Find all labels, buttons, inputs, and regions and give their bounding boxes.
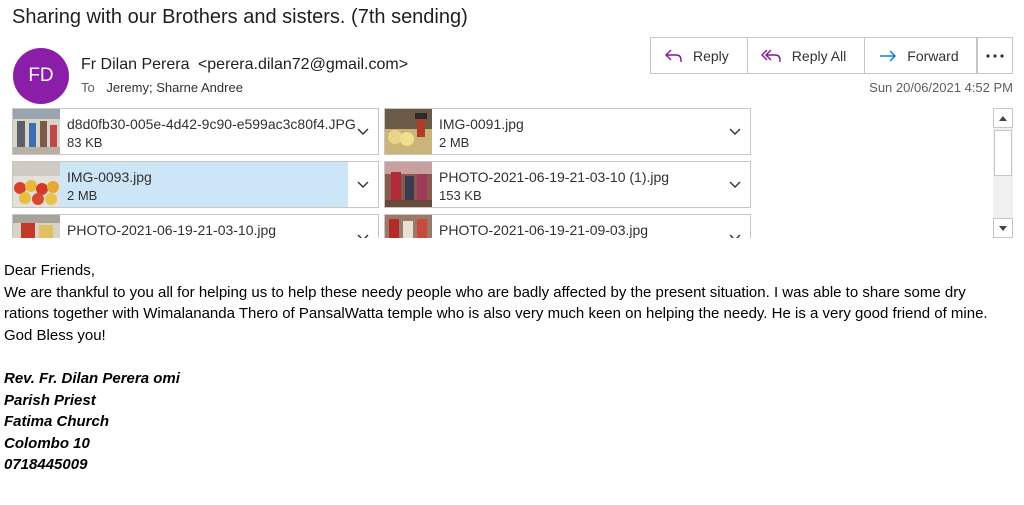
reply-all-button[interactable]: Reply All — [748, 38, 866, 73]
attachment-name: PHOTO-2021-06-19-21-03-10 (1).jpg — [439, 169, 670, 185]
attachments-scrollbar[interactable] — [993, 108, 1013, 238]
sender-email[interactable]: <perera.dilan72@gmail.com> — [198, 56, 408, 73]
signature-name: Rev. Fr. Dilan Perera omi — [4, 369, 180, 387]
forward-arrow-icon — [880, 50, 897, 61]
attachment-menu-button[interactable] — [720, 109, 750, 154]
attachment-thumbnail — [385, 215, 432, 238]
attachment-thumbnail — [13, 215, 60, 238]
reply-button[interactable]: Reply — [651, 38, 748, 73]
to-recipients[interactable]: Jeremy; Sharne Andree — [106, 80, 243, 95]
attachment-thumbnail — [13, 109, 60, 154]
attachment-name: IMG-0093.jpg — [67, 169, 152, 185]
attachment-size: 2 MB — [439, 135, 470, 150]
attachment-menu-button[interactable] — [348, 162, 378, 207]
sender-name[interactable]: Fr Dilan Perera — [81, 56, 189, 73]
chevron-down-icon — [357, 181, 369, 188]
reply-all-label: Reply All — [791, 47, 847, 64]
attachment-name: PHOTO-2021-06-19-21-03-10.jpg — [67, 222, 277, 238]
attachment-name: IMG-0091.jpg — [439, 116, 524, 132]
reply-all-icon — [760, 49, 781, 62]
attachment-list: d8d0fb30-005e-4d42-9c90-e599ac3c80f4.JPG… — [12, 108, 752, 238]
attachment-menu-button[interactable] — [720, 162, 750, 207]
forward-button[interactable]: Forward — [865, 38, 976, 73]
scroll-thumb[interactable] — [994, 130, 1012, 176]
recipients-line: To Jeremy; Sharne Andree — [81, 80, 243, 95]
avatar-initials: FD — [28, 65, 54, 86]
attachment-thumbnail — [385, 109, 432, 154]
chevron-down-icon — [729, 234, 741, 238]
more-actions-button[interactable] — [976, 37, 1013, 74]
attachment-item[interactable]: PHOTO-2021-06-19-21-03-10.jpg — [12, 214, 379, 238]
signature-title: Parish Priest — [4, 391, 96, 409]
signature: Rev. Fr. Dilan Perera omi Parish Priest … — [4, 368, 1014, 476]
more-dots-icon — [985, 53, 1004, 58]
message-actions: Reply Reply All Forward — [650, 37, 978, 74]
attachment-item[interactable]: PHOTO-2021-06-19-21-03-10 (1).jpg 153 KB — [384, 161, 751, 208]
greeting: Dear Friends, — [4, 262, 95, 279]
closing: God Bless you! — [4, 326, 106, 344]
scroll-down-button[interactable] — [993, 218, 1013, 238]
attachment-item[interactable]: IMG-0091.jpg 2 MB — [384, 108, 751, 155]
email-subject: Sharing with our Brothers and sisters. (… — [12, 6, 468, 28]
triangle-up-icon — [999, 115, 1007, 121]
attachment-thumbnail — [13, 162, 60, 207]
attachment-item-selected[interactable]: IMG-0093.jpg 2 MB — [12, 161, 379, 208]
message-body: Dear Friends, We are thankful to you all… — [4, 260, 1014, 476]
attachment-item[interactable]: PHOTO-2021-06-19-21-09-03.jpg — [384, 214, 751, 238]
signature-city: Colombo 10 — [4, 434, 90, 452]
attachment-menu-button[interactable] — [348, 215, 378, 238]
sent-date: Sun 20/06/2021 4:52 PM — [869, 80, 1013, 95]
reply-icon — [665, 49, 682, 62]
chevron-down-icon — [729, 181, 741, 188]
sender-line: Fr Dilan Perera <perera.dilan72@gmail.co… — [81, 56, 412, 74]
attachment-menu-button[interactable] — [348, 109, 378, 154]
chevron-down-icon — [357, 128, 369, 135]
attachment-size: 2 MB — [67, 188, 98, 203]
signature-church: Fatima Church — [4, 413, 110, 431]
chevron-down-icon — [357, 234, 369, 238]
to-label: To — [81, 80, 95, 95]
attachment-size: 153 KB — [439, 188, 482, 203]
reply-label: Reply — [693, 47, 729, 64]
attachment-name: d8d0fb30-005e-4d42-9c90-e599ac3c80f4.JPG — [67, 116, 356, 132]
scroll-up-button[interactable] — [993, 108, 1013, 128]
body-paragraph: We are thankful to you all for helping u… — [4, 283, 988, 323]
avatar[interactable]: FD — [13, 48, 69, 104]
forward-label: Forward — [907, 47, 959, 64]
triangle-down-icon — [999, 225, 1007, 231]
attachment-item[interactable]: d8d0fb30-005e-4d42-9c90-e599ac3c80f4.JPG… — [12, 108, 379, 155]
attachment-size: 83 KB — [67, 135, 103, 150]
attachment-thumbnail — [385, 162, 432, 207]
chevron-down-icon — [729, 128, 741, 135]
signature-phone: 0718445009 — [4, 456, 88, 474]
attachment-menu-button[interactable] — [720, 215, 750, 238]
attachment-name: PHOTO-2021-06-19-21-09-03.jpg — [439, 222, 649, 238]
